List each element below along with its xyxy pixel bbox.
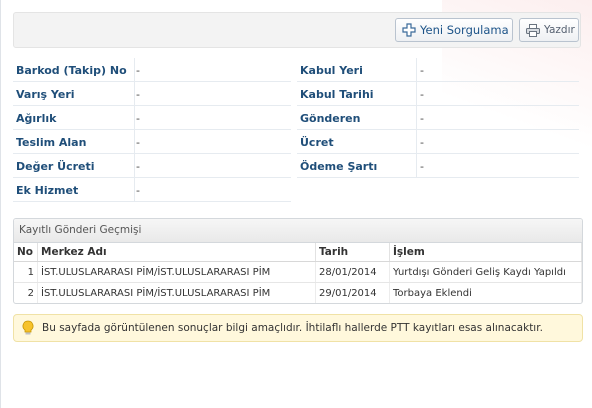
destination-label: Varış Yeri (16, 88, 75, 101)
divider (297, 129, 579, 130)
divider (297, 153, 579, 154)
page-frame (0, 0, 592, 408)
lightbulb-icon (22, 320, 34, 335)
acceptance-date-value: - (420, 88, 424, 101)
payment-terms-label: Ödeme Şartı (300, 160, 378, 173)
acceptance-date-label: Kabul Tarihi (300, 88, 374, 101)
value-fee-label: Değer Ücreti (16, 160, 95, 173)
divider (13, 81, 291, 82)
printer-icon (526, 23, 540, 37)
shipment-history-panel: Kayıtlı Gönderi Geçmişi No Merkez Adı Ta… (13, 218, 583, 304)
divider (13, 201, 291, 202)
fee-label: Ücret (300, 136, 334, 149)
print-label: Yazdır (544, 24, 575, 36)
barcode-label: Barkod (Takip) No (16, 64, 127, 77)
recipient-label: Teslim Alan (16, 136, 87, 149)
divider (297, 177, 579, 178)
row-operation: Yurtdışı Gönderi Geliş Kaydı Yapıldı (389, 261, 582, 283)
new-query-label: Yeni Sorgulama (420, 23, 509, 37)
fee-value: - (420, 136, 424, 149)
info-notice: Bu sayfada görüntülenen sonuçlar bilgi a… (13, 314, 583, 342)
recipient-value: - (136, 136, 140, 149)
column-separator (416, 58, 417, 178)
history-header-row: No Merkez Adı Tarih İşlem (14, 243, 582, 262)
col-operation: İşlem (389, 243, 582, 262)
acceptance-place-value: - (420, 64, 424, 77)
extra-service-value: - (136, 184, 140, 197)
sender-label: Gönderen (300, 112, 361, 125)
history-table: No Merkez Adı Tarih İşlem 1 İST.ULUSLARA… (14, 243, 582, 303)
table-row: 2 İST.ULUSLARARASI PİM/İST.ULUSLARARASI … (14, 282, 582, 303)
destination-value: - (136, 88, 140, 101)
col-center-name: Merkez Adı (37, 243, 316, 262)
divider (297, 81, 579, 82)
col-no: No (14, 243, 38, 262)
value-fee-value: - (136, 160, 140, 173)
notice-text: Bu sayfada görüntülenen sonuçlar bilgi a… (42, 322, 543, 334)
plus-icon (402, 23, 416, 37)
col-date: Tarih (315, 243, 390, 262)
divider (13, 129, 291, 130)
acceptance-place-label: Kabul Yeri (300, 64, 363, 77)
row-center-name: İST.ULUSLARARASI PİM/İST.ULUSLARARASI Pİ… (37, 261, 316, 283)
divider (297, 105, 579, 106)
divider (13, 105, 291, 106)
sender-value: - (420, 112, 424, 125)
barcode-value: - (136, 64, 140, 77)
payment-terms-value: - (420, 160, 424, 173)
row-operation: Torbaya Eklendi (389, 282, 582, 303)
row-date: 28/01/2014 (315, 261, 390, 283)
divider (13, 177, 291, 178)
print-button[interactable]: Yazdır (519, 18, 579, 42)
weight-value: - (136, 112, 140, 125)
new-query-button[interactable]: Yeni Sorgulama (395, 18, 513, 42)
weight-label: Ağırlık (16, 112, 57, 125)
row-no: 1 (14, 261, 38, 283)
row-no: 2 (14, 282, 38, 303)
column-separator (134, 58, 135, 202)
row-center-name: İST.ULUSLARARASI PİM/İST.ULUSLARARASI Pİ… (37, 282, 316, 303)
table-row: 1 İST.ULUSLARARASI PİM/İST.ULUSLARARASI … (14, 261, 582, 283)
toolbar: Yeni Sorgulama Yazdır (13, 12, 581, 48)
divider (13, 153, 291, 154)
row-date: 29/01/2014 (315, 282, 390, 303)
extra-service-label: Ek Hizmet (16, 184, 79, 197)
history-title: Kayıtlı Gönderi Geçmişi (14, 219, 582, 243)
